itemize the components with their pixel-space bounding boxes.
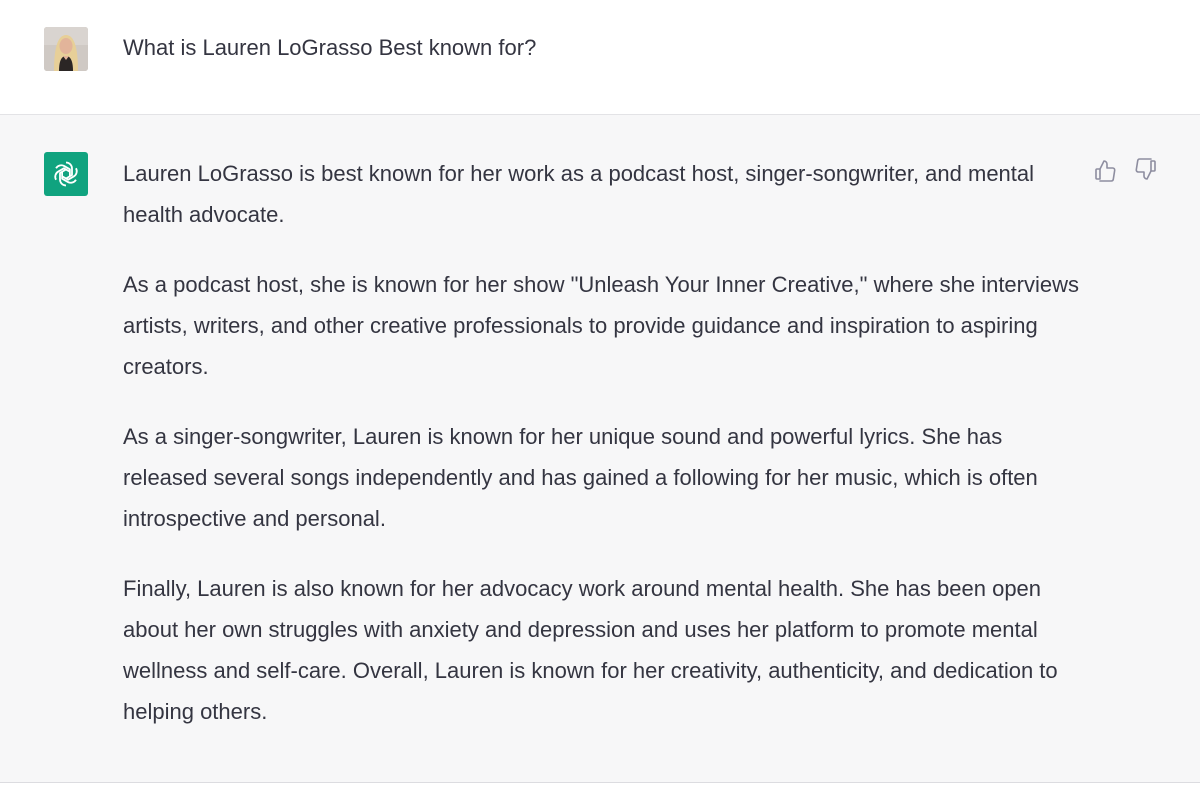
user-message-text: What is Lauren LoGrasso Best known for?	[123, 35, 537, 60]
assistant-paragraph: Finally, Lauren is also known for her ad…	[123, 576, 1058, 724]
user-message-row: What is Lauren LoGrasso Best known for?	[0, 0, 1200, 115]
assistant-message-row: Lauren LoGrasso is best known for her wo…	[0, 115, 1200, 783]
thumbs-down-button[interactable]	[1133, 157, 1159, 183]
assistant-paragraph: As a singer-songwriter, Lauren is known …	[123, 424, 1038, 531]
openai-logo-icon	[54, 161, 78, 187]
assistant-avatar	[44, 152, 88, 196]
assistant-paragraph: As a podcast host, she is known for her …	[123, 272, 1080, 379]
thumbs-up-button[interactable]	[1092, 157, 1118, 183]
user-photo-avatar-icon	[44, 27, 88, 71]
bottom-spacer	[0, 783, 1200, 803]
user-avatar	[44, 27, 88, 71]
thumbs-down-icon	[1135, 158, 1156, 180]
assistant-paragraph: Lauren LoGrasso is best known for her wo…	[123, 161, 1035, 227]
assistant-message-text: Lauren LoGrasso is best known for her wo…	[123, 153, 1083, 761]
chat-thread: What is Lauren LoGrasso Best known for? …	[0, 0, 1200, 803]
thumbs-up-icon	[1095, 160, 1116, 182]
